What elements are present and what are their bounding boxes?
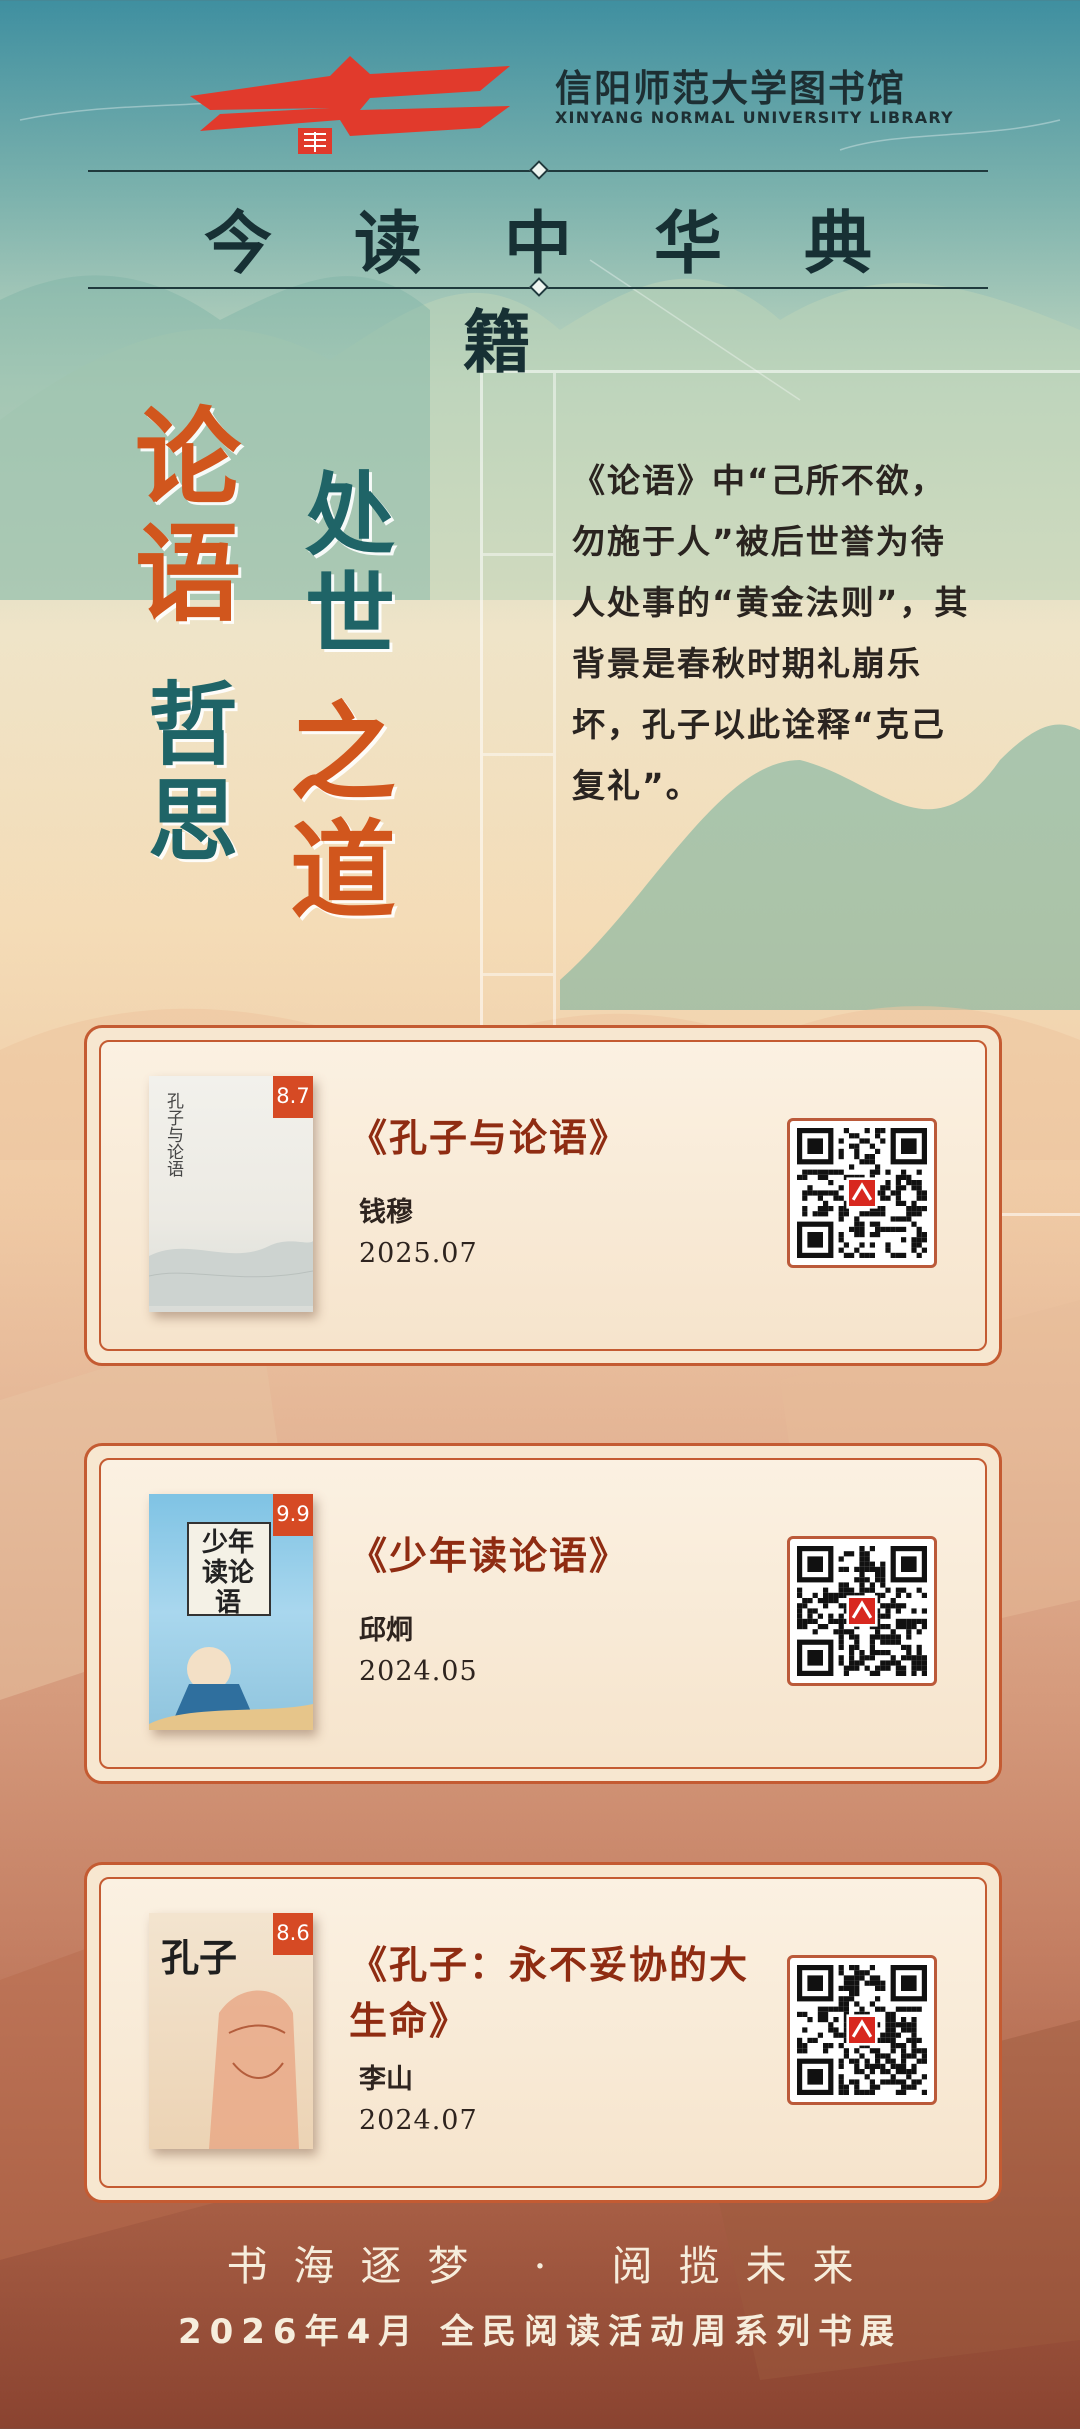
book-cover: 少年读论语 9.9 xyxy=(149,1494,313,1730)
book-title: 《孔子与论语》 xyxy=(349,1115,630,1160)
library-logo-icon xyxy=(190,56,510,154)
douban-score-badge: 8.7 xyxy=(273,1076,313,1118)
library-name-cn: 信阳师范大学图书馆 xyxy=(555,66,906,110)
library-name-en: XINYANG NORMAL UNIVERSITY LIBRARY xyxy=(555,108,954,127)
theme-title-col2-bottom: 之道 xyxy=(290,690,396,933)
footer-subtitle: 2026年4月 全民阅读活动周系列书展 xyxy=(177,2312,903,2352)
book-title: 《少年读论语》 xyxy=(349,1533,630,1578)
intro-paragraph: 《论语》中“己所不欲，勿施于人”被后世誉为待人处事的“黄金法则”，其背景是春秋时… xyxy=(572,461,970,805)
book-author: 李山 xyxy=(359,2064,413,2095)
qr-code[interactable] xyxy=(787,1955,937,2105)
book-date: 2024.07 xyxy=(359,2105,478,2136)
book-author: 钱穆 xyxy=(359,1197,413,1228)
footer-slogan: 书海逐梦 · 阅揽未来 xyxy=(226,2242,880,2290)
book-title: 《孔子：永不妥协的大生命》 xyxy=(349,1942,750,2043)
douban-score-badge: 9.9 xyxy=(273,1494,313,1536)
book-card: 少年读论语 9.9 《少年读论语》 邱炯 2024.05 xyxy=(84,1443,1002,1784)
book-cover: 孔子 8.6 xyxy=(149,1913,313,2149)
theme-title-col1-bottom: 哲思 xyxy=(148,672,238,874)
book-card: 孔子与论语 8.7 《孔子与论语》 钱穆 2025.07 xyxy=(84,1025,1002,1366)
theme-title-col1-top: 论语 xyxy=(135,395,241,636)
qr-code[interactable] xyxy=(787,1118,937,1268)
theme-title-col2-top: 处世 xyxy=(305,462,395,668)
book-date: 2024.05 xyxy=(359,1656,478,1687)
book-card: 孔子 8.6 《孔子：永不妥协的大生命》 李山 2024.07 xyxy=(84,1862,1002,2203)
douban-score-badge: 8.6 xyxy=(273,1913,313,1955)
book-cover: 孔子与论语 8.7 xyxy=(149,1076,313,1312)
book-date: 2025.07 xyxy=(359,1238,478,1269)
book-author: 邱炯 xyxy=(359,1615,413,1646)
qr-code[interactable] xyxy=(787,1536,937,1686)
